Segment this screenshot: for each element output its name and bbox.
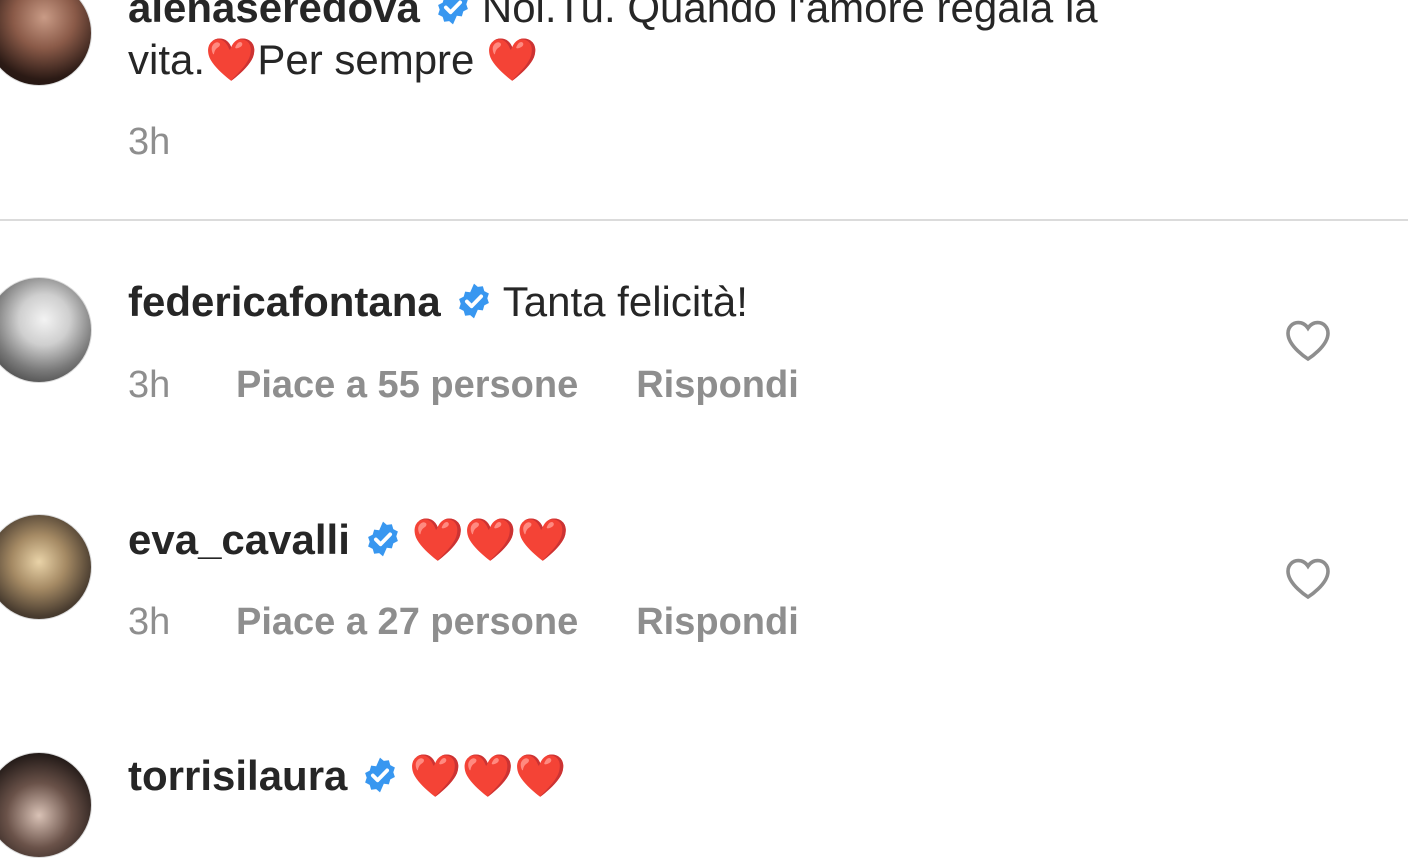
comment-line: torrisilaura ❤️❤️❤️ <box>128 750 566 802</box>
reply-button[interactable]: Rispondi <box>636 601 799 643</box>
comment-username[interactable]: eva_cavalli <box>128 516 350 563</box>
avatar[interactable] <box>0 277 92 383</box>
comment-line: federicafontana Tanta felicità! <box>128 276 748 328</box>
red-heart-emoji: ❤️ <box>205 36 258 83</box>
verified-badge-icon <box>367 521 398 557</box>
avatar[interactable] <box>0 752 92 858</box>
comment-line: eva_cavalli ❤️❤️❤️ <box>128 514 569 566</box>
likes-count-link[interactable]: Piace a 55 persone <box>236 364 578 406</box>
caption-meta: 3h <box>128 119 236 165</box>
likes-count-link[interactable]: Piace a 27 persone <box>236 601 578 643</box>
caption-text-1: Noi.Tu. Quando l'amore regala la <box>481 0 1098 31</box>
caption-text-3: Per sempre <box>257 36 487 83</box>
comment-time[interactable]: 3h <box>128 362 236 408</box>
comment-time[interactable]: 3h <box>128 599 236 645</box>
caption-username[interactable]: alenaseredova <box>128 0 420 31</box>
caption-time[interactable]: 3h <box>128 119 236 165</box>
heart-outline-icon[interactable] <box>1284 556 1332 600</box>
avatar[interactable] <box>0 0 92 86</box>
divider <box>0 219 1408 221</box>
comment-text: ❤️❤️❤️ <box>411 516 569 563</box>
comment-text: Tanta felicità! <box>502 278 748 325</box>
caption-line-2: vita.❤️Per sempre ❤️ <box>128 34 538 86</box>
verified-badge-icon <box>365 757 396 793</box>
caption-text-2: vita. <box>128 36 206 83</box>
verified-badge-icon <box>458 283 489 319</box>
reply-button[interactable]: Rispondi <box>636 364 799 406</box>
avatar[interactable] <box>0 514 92 620</box>
caption-line-1: alenaseredova Noi.Tu. Quando l'amore rega… <box>128 0 1098 34</box>
verified-badge-icon <box>437 0 468 25</box>
comment-meta: 3h Piace a 55 persone Rispondi <box>128 362 799 408</box>
red-heart-emoji: ❤️ <box>486 36 539 83</box>
comment-username[interactable]: federicafontana <box>128 278 441 325</box>
heart-outline-icon[interactable] <box>1284 318 1332 362</box>
comment-meta: 3h Piace a 27 persone Rispondi <box>128 599 799 645</box>
